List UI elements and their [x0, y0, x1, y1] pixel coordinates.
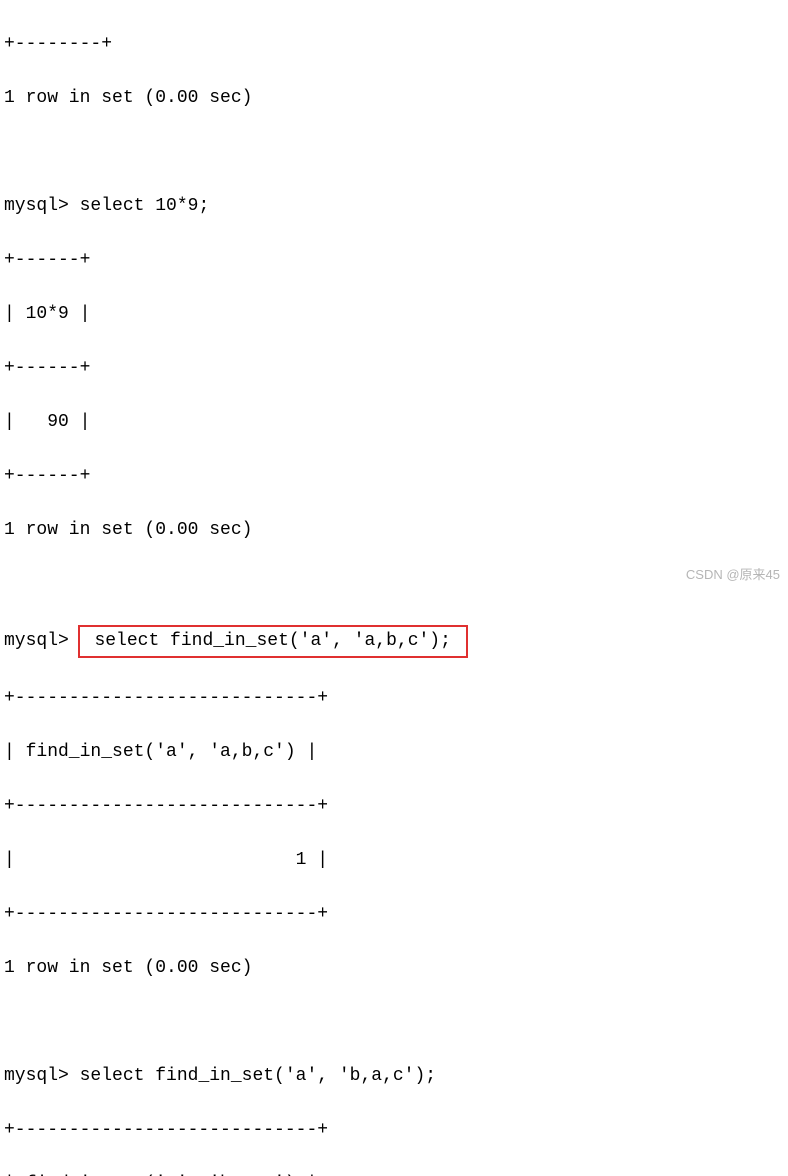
mysql-prompt: mysql>	[4, 1066, 80, 1086]
table-border: +----------------------------+	[4, 1117, 784, 1144]
table-border: +----------------------------+	[4, 901, 784, 928]
table-border: +------+	[4, 463, 784, 490]
table-border: +------+	[4, 247, 784, 274]
table-border: +----------------------------+	[4, 793, 784, 820]
table-row: | 1 |	[4, 847, 784, 874]
watermark-text: CSDN @原来45	[686, 565, 780, 585]
sql-command: select find_in_set('a', 'a,b,c');	[94, 631, 450, 651]
table-header: | find_in_set('a', 'a,b,c') |	[4, 739, 784, 766]
table-border: +--------+	[4, 31, 784, 58]
table-border: +------+	[4, 355, 784, 382]
highlighted-command-box: select find_in_set('a', 'a,b,c');	[78, 625, 468, 658]
table-header: | find_in_set('a', 'b,a,c') |	[4, 1171, 784, 1176]
table-border: +----------------------------+	[4, 685, 784, 712]
result-summary: 1 row in set (0.00 sec)	[4, 85, 784, 112]
sql-command: select find_in_set('a', 'b,a,c');	[80, 1066, 436, 1086]
table-row: | 90 |	[4, 409, 784, 436]
table-header: | 10*9 |	[4, 301, 784, 328]
mysql-prompt: mysql>	[4, 196, 80, 216]
result-summary: 1 row in set (0.00 sec)	[4, 955, 784, 982]
mysql-prompt: mysql>	[4, 631, 80, 651]
result-summary: 1 row in set (0.00 sec)	[4, 517, 784, 544]
terminal-output: +--------+ 1 row in set (0.00 sec) mysql…	[4, 4, 784, 1176]
sql-command: select 10*9;	[80, 196, 210, 216]
